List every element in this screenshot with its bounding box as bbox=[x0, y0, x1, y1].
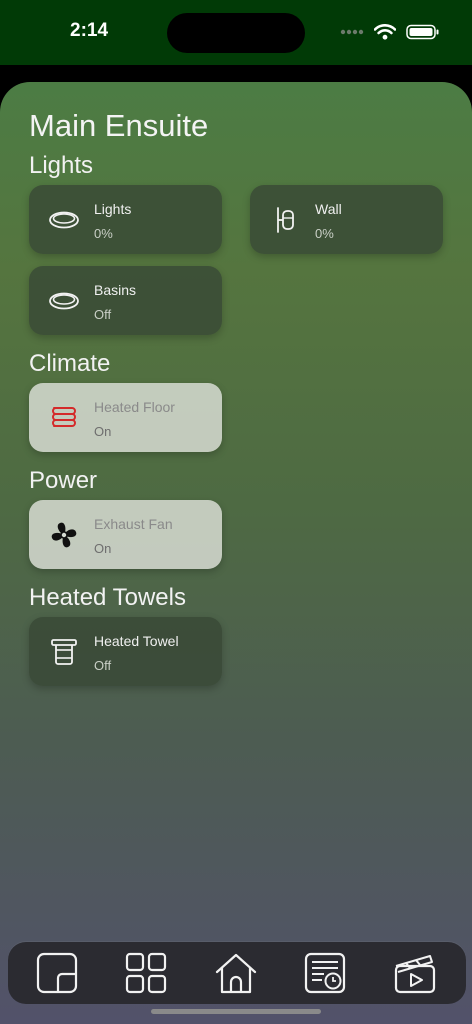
section-title-lights: Lights bbox=[29, 152, 94, 179]
ceiling-light-icon bbox=[47, 203, 81, 237]
towel-rail-icon bbox=[47, 635, 81, 669]
wifi-icon bbox=[374, 24, 396, 40]
status-icons bbox=[340, 22, 440, 42]
dynamic-island bbox=[167, 13, 305, 53]
clock: 2:14 bbox=[70, 20, 109, 41]
tile-state: Off bbox=[94, 658, 112, 673]
tab-grid[interactable] bbox=[123, 950, 169, 996]
tile-name: Heated Floor bbox=[94, 399, 175, 415]
battery-icon bbox=[406, 24, 439, 40]
tile-lights[interactable]: Lights 0% bbox=[29, 185, 222, 254]
scenes-icon bbox=[394, 955, 436, 994]
status-bar: 2:14 bbox=[0, 0, 472, 65]
tile-wall[interactable]: Wall 0% bbox=[250, 185, 443, 254]
tile-name: Exhaust Fan bbox=[94, 516, 173, 532]
rooms-icon bbox=[36, 952, 78, 994]
tab-scenes[interactable] bbox=[392, 950, 438, 996]
section-title-heated-towels: Heated Towels bbox=[29, 584, 186, 611]
tab-rooms[interactable] bbox=[34, 950, 80, 996]
room-sheet: Main Ensuite Lights Lights 0% Wall 0% Ba… bbox=[0, 82, 472, 1024]
tile-exhaust-fan[interactable]: Exhaust Fan On bbox=[29, 500, 222, 569]
tile-name: Lights bbox=[94, 201, 132, 217]
tile-heated-towel[interactable]: Heated Towel Off bbox=[29, 617, 222, 686]
schedule-icon bbox=[304, 952, 346, 994]
grid-icon bbox=[125, 952, 167, 994]
signal-icon bbox=[340, 29, 364, 35]
tile-state: 0% bbox=[315, 226, 334, 241]
tile-state: Off bbox=[94, 307, 112, 322]
tile-basins[interactable]: Basins Off bbox=[29, 266, 222, 335]
ceiling-light-icon bbox=[47, 284, 81, 318]
home-icon bbox=[215, 953, 257, 994]
tab-schedule[interactable] bbox=[302, 950, 348, 996]
section-title-climate: Climate bbox=[29, 350, 111, 377]
tile-state: On bbox=[94, 424, 112, 439]
section-title-power: Power bbox=[29, 467, 98, 494]
tab-bar bbox=[8, 942, 466, 1004]
fan-icon bbox=[47, 518, 81, 552]
tab-home[interactable] bbox=[213, 950, 259, 996]
wall-light-icon bbox=[268, 203, 302, 237]
home-indicator[interactable] bbox=[151, 1009, 321, 1014]
tile-name: Basins bbox=[94, 282, 137, 298]
tile-state: On bbox=[94, 541, 112, 556]
tile-heated-floor[interactable]: Heated Floor On bbox=[29, 383, 222, 452]
room-title: Main Ensuite bbox=[29, 108, 209, 143]
tile-name: Wall bbox=[315, 201, 342, 217]
tile-name: Heated Towel bbox=[94, 633, 179, 649]
heating-coil-icon bbox=[47, 401, 81, 435]
tile-state: 0% bbox=[94, 226, 113, 241]
